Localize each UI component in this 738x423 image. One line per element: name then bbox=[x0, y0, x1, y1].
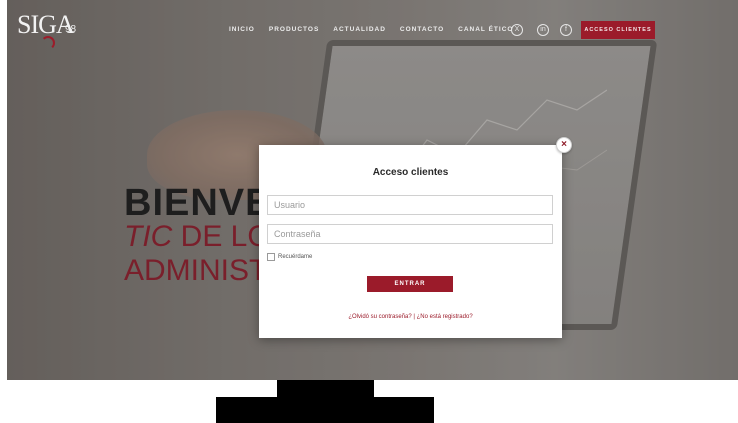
username-input[interactable] bbox=[267, 195, 553, 215]
facebook-icon[interactable]: f bbox=[560, 24, 572, 36]
remember-checkbox[interactable] bbox=[267, 253, 275, 261]
page: BIENVE TIC DE LO ADMINIST SIGA 98 INICIO… bbox=[0, 0, 738, 423]
password-input[interactable] bbox=[267, 224, 553, 244]
redacted-block bbox=[216, 397, 434, 423]
redacted-block bbox=[277, 380, 374, 398]
hero-subtitle-line-1: TIC DE LO bbox=[124, 220, 271, 254]
login-modal: Acceso clientes Recuérdame ENTRAR ¿Olvid… bbox=[259, 145, 562, 338]
linkedin-icon[interactable]: in bbox=[537, 24, 549, 36]
nav-item-productos[interactable]: PRODUCTOS bbox=[269, 26, 319, 33]
site-header: SIGA 98 INICIO PRODUCTOS ACTUALIDAD CONT… bbox=[7, 0, 738, 58]
modal-links: ¿Olvidó su contraseña? | ¿No está regist… bbox=[259, 314, 562, 320]
nav-item-canal-etico[interactable]: CANAL ÉTICO bbox=[458, 26, 513, 33]
modal-title: Acceso clientes bbox=[372, 167, 449, 178]
logo[interactable]: SIGA 98 bbox=[17, 10, 87, 50]
nav-item-contacto[interactable]: CONTACTO bbox=[400, 26, 444, 33]
hero-subtitle-line-2: ADMINIST bbox=[124, 254, 268, 287]
main-nav: INICIO PRODUCTOS ACTUALIDAD CONTACTO CAN… bbox=[229, 26, 527, 33]
register-link[interactable]: ¿No está registrado? bbox=[417, 314, 473, 320]
remember-label: Recuérdame bbox=[278, 254, 313, 260]
nav-item-actualidad[interactable]: ACTUALIDAD bbox=[333, 26, 386, 33]
access-clients-button[interactable]: ACCESO CLIENTES bbox=[581, 21, 655, 39]
hero-title: BIENVE bbox=[124, 182, 272, 224]
nav-item-inicio[interactable]: INICIO bbox=[229, 26, 255, 33]
forgot-password-link[interactable]: ¿Olvidó su contraseña? bbox=[348, 314, 411, 320]
remember-me: Recuérdame bbox=[267, 253, 312, 261]
login-submit-button[interactable]: ENTRAR bbox=[367, 276, 453, 292]
close-icon[interactable]: × bbox=[556, 137, 572, 153]
x-twitter-icon[interactable]: X bbox=[511, 24, 523, 36]
hero-subtitle-rest: DE LO bbox=[172, 220, 271, 253]
logo-suffix: 98 bbox=[65, 24, 77, 35]
logo-swirl-icon bbox=[41, 36, 55, 50]
hero-subtitle-italic: TIC bbox=[124, 220, 173, 253]
